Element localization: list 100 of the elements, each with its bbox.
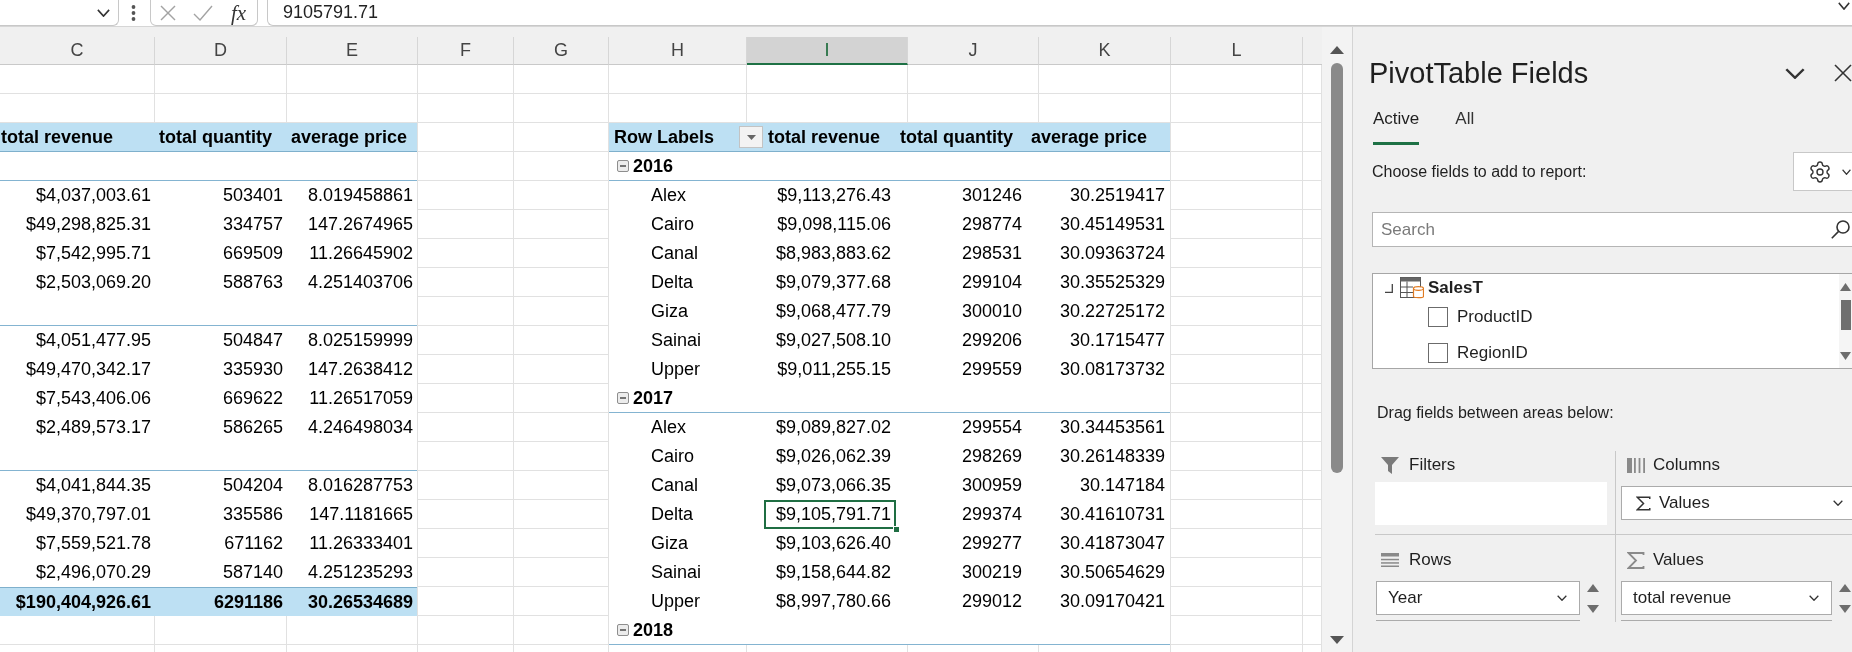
table-cell-text: 503401 [221, 184, 284, 207]
scrollbar-thumb[interactable] [1331, 63, 1343, 473]
fill-handle[interactable] [893, 526, 900, 533]
filter-dropdown-button[interactable] [739, 126, 763, 148]
table-cell-text: $9,089,827.02 [774, 416, 892, 439]
checkbox[interactable] [1428, 307, 1448, 327]
chevron-down-icon[interactable] [1785, 67, 1805, 79]
scroll-up-icon[interactable] [1330, 46, 1344, 54]
table-cell-text: 8.025159999 [306, 329, 414, 352]
table-cell-text: $49,470,342.17 [24, 358, 152, 381]
table-cell-text: $7,542,995.71 [34, 242, 152, 265]
pivot-column-header: total revenue [0, 123, 155, 152]
column-header[interactable]: K [1039, 37, 1171, 65]
settings-button[interactable] [1793, 152, 1852, 191]
table-cell-text: $9,026,062.39 [774, 445, 892, 468]
table-cell-text: 30.22725172 [1058, 300, 1166, 323]
search-icon[interactable] [1831, 220, 1850, 239]
rows-icon [1381, 553, 1399, 567]
table-cell-text: $9,098,115.06 [776, 213, 892, 236]
table-cell-text: 504847 [221, 329, 284, 352]
table-cell-text: $49,298,825.31 [24, 213, 152, 236]
row-label: Upper [650, 590, 702, 613]
scroll-down-icon[interactable] [1840, 352, 1851, 360]
chevron-down-icon [1557, 595, 1567, 601]
cancel-icon[interactable] [160, 4, 176, 21]
table-cell-text: 11.26645902 [308, 242, 414, 265]
table-cell-text: $4,051,477.95 [34, 329, 152, 352]
sigma-icon [1636, 494, 1651, 512]
funnel-icon [1381, 456, 1399, 474]
row-label: Alex [650, 184, 687, 207]
table-cell-text: 300959 [960, 474, 1023, 497]
table-cell-text: 335586 [221, 503, 284, 526]
column-header[interactable]: F [418, 37, 514, 65]
minus-box-icon[interactable] [617, 160, 629, 172]
pivot-column-header: average price [1027, 123, 1170, 152]
checkbox[interactable] [1428, 343, 1448, 363]
table-cell-text: 30.147184 [1078, 474, 1166, 497]
chevron-down-icon [1809, 595, 1819, 601]
column-header[interactable]: C [0, 37, 155, 65]
field-dropdown[interactable]: Values [1621, 486, 1852, 520]
table-cell-text: $8,983,883.62 [774, 242, 892, 265]
year-label: 2018 [633, 618, 674, 642]
row-label: Giza [650, 532, 689, 555]
column-header[interactable]: E [287, 37, 418, 65]
table-cell-text: 299206 [960, 329, 1023, 352]
table-cell-text: 147.2638412 [306, 358, 414, 381]
scrollbar-thumb[interactable] [1840, 300, 1851, 330]
table-cell-text: $2,503,069.20 [34, 271, 152, 294]
field-dropdown[interactable]: Year [1376, 581, 1580, 615]
minus-box-icon[interactable] [617, 392, 629, 404]
close-icon[interactable] [1834, 64, 1852, 82]
column-header[interactable]: G [514, 37, 609, 65]
column-header[interactable]: L [1171, 37, 1303, 65]
fields-prompt: Choose fields to add to report: [1372, 161, 1587, 182]
area-label: Columns [1653, 454, 1721, 477]
row-label: Cairo [650, 445, 695, 468]
row-label: Giza [650, 300, 689, 323]
field-dropdown[interactable]: total revenue [1621, 581, 1832, 615]
move-down-icon[interactable] [1839, 604, 1851, 613]
table-cell-text: $49,370,797.01 [24, 503, 152, 526]
vertical-dots-icon[interactable] [131, 5, 136, 21]
row-label: Upper [650, 358, 702, 381]
table-cell-text: 30.41610731 [1058, 503, 1166, 526]
caret-down-icon [1842, 168, 1851, 175]
check-icon[interactable] [193, 4, 213, 21]
table-cell-text: 587140 [221, 561, 284, 584]
table-cell-text: 586265 [221, 416, 284, 439]
formula-field[interactable]: 9105791.71 [267, 0, 1852, 26]
table-cell-text: 30.50654629 [1058, 561, 1166, 584]
row-label: Sainai [650, 561, 703, 584]
insert-function-button[interactable]: fx [231, 0, 247, 25]
move-up-icon[interactable] [1839, 583, 1851, 592]
table-icon [1400, 277, 1424, 299]
column-header[interactable]: I [747, 37, 908, 65]
tree-corner-icon [1385, 283, 1393, 293]
column-header[interactable]: J [908, 37, 1039, 65]
table-cell-text: 669509 [221, 242, 284, 265]
row-label: Canal [650, 242, 700, 265]
area-label: Values [1653, 549, 1704, 572]
row-label: Sainai [650, 329, 703, 352]
table-cell-text: 30.2519417 [1068, 184, 1166, 207]
row-label: Delta [650, 503, 695, 526]
table-cell-text: $7,559,521.78 [34, 532, 152, 555]
table-cell-text: $7,543,406.06 [34, 387, 152, 410]
scroll-down-icon[interactable] [1330, 636, 1344, 644]
move-down-icon[interactable] [1587, 604, 1599, 613]
table-cell-text: $9,068,477.79 [774, 300, 892, 323]
move-up-icon[interactable] [1587, 583, 1599, 592]
chevron-down-icon[interactable] [97, 8, 110, 17]
chevron-down-icon[interactable] [1838, 2, 1850, 10]
table-name: SalesT [1428, 277, 1483, 300]
tab[interactable]: Active [1373, 105, 1420, 145]
year-label: 2017 [633, 386, 674, 410]
table-cell-text: $9,073,066.35 [774, 474, 892, 497]
column-header[interactable]: D [155, 37, 287, 65]
tab[interactable]: All [1455, 105, 1475, 145]
scroll-up-icon[interactable] [1840, 283, 1851, 291]
table-cell-text: 147.2674965 [306, 213, 414, 236]
minus-box-icon[interactable] [617, 624, 629, 636]
search-field[interactable]: Search [1372, 212, 1852, 247]
